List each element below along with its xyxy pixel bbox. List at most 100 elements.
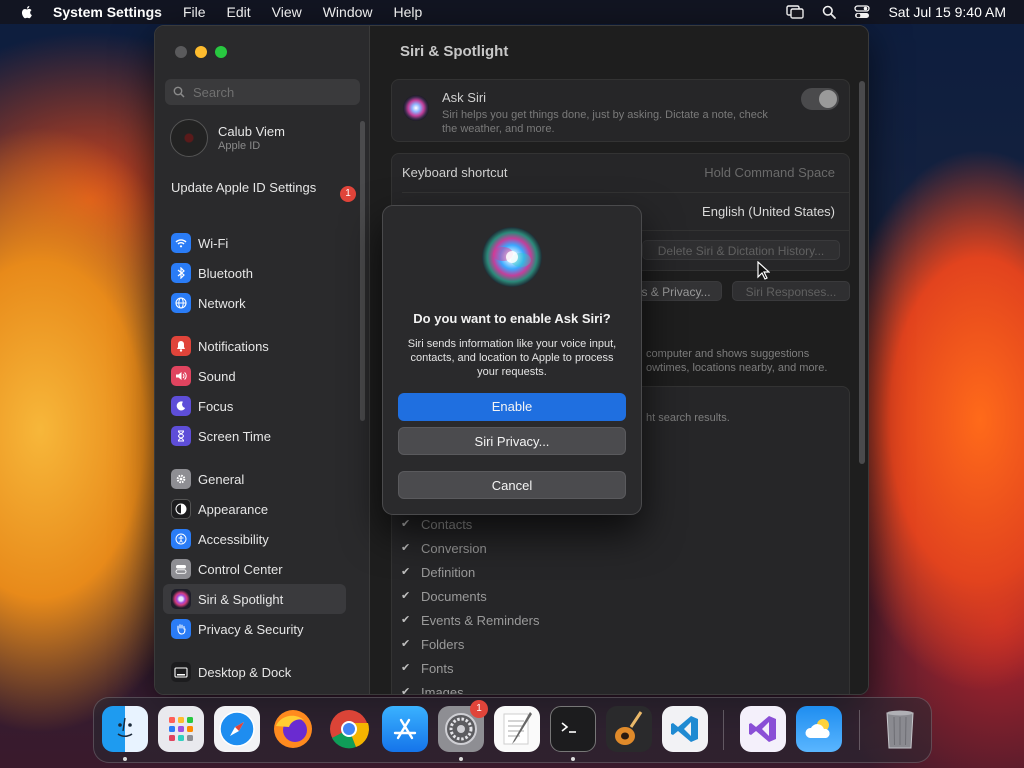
ask-siri-title: Ask Siri xyxy=(442,90,487,105)
dock-separator xyxy=(723,710,724,750)
vscode-icon[interactable] xyxy=(662,706,708,752)
sidebar-item-label: Notifications xyxy=(198,338,269,354)
dialog-message: Siri sends information like your voice i… xyxy=(407,338,617,378)
checkmark-icon: ✔ xyxy=(401,518,411,530)
minimize-button[interactable] xyxy=(195,46,207,58)
search-input[interactable] xyxy=(191,83,355,101)
firefox-icon[interactable] xyxy=(270,706,316,752)
menu-edit[interactable]: Edit xyxy=(227,4,251,20)
settings-notification-badge: 1 xyxy=(470,700,488,718)
privacy-button[interactable]: s & Privacy... xyxy=(630,281,722,301)
hourglass-icon xyxy=(171,426,191,446)
sidebar-scrollbar[interactable] xyxy=(360,121,365,421)
divider xyxy=(402,192,849,193)
category-contacts[interactable]: ✔ Contacts xyxy=(401,512,540,536)
category-label: Contacts xyxy=(421,516,473,532)
finder-icon[interactable] xyxy=(102,706,148,752)
screen-mirroring-icon[interactable] xyxy=(786,5,805,19)
gear-icon xyxy=(171,469,191,489)
textedit-icon[interactable] xyxy=(494,706,540,752)
sidebar-item-desktop-dock[interactable]: Desktop & Dock xyxy=(163,657,346,687)
running-indicator xyxy=(459,757,463,761)
wifi-icon xyxy=(171,233,191,253)
siri-orb-icon xyxy=(482,227,542,287)
window-controls xyxy=(175,46,227,58)
dock-separator xyxy=(859,710,860,750)
moon-icon xyxy=(171,396,191,416)
enable-button[interactable]: Enable xyxy=(398,393,626,421)
content-scrollbar[interactable] xyxy=(859,81,865,464)
delete-history-button[interactable]: Delete Siri & Dictation History... xyxy=(642,240,840,260)
update-apple-id-item[interactable]: Update Apple ID Settings 1 xyxy=(171,180,356,202)
sidebar-item-bluetooth[interactable]: Bluetooth xyxy=(163,258,346,288)
launchpad-icon[interactable] xyxy=(158,706,204,752)
page-title: Siri & Spotlight xyxy=(400,43,509,60)
sidebar-item-label: Desktop & Dock xyxy=(198,664,292,680)
zoom-button[interactable] xyxy=(215,46,227,58)
siri-orb-icon xyxy=(403,95,429,121)
category-definition[interactable]: ✔ Definition xyxy=(401,560,540,584)
sidebar-item-notifications[interactable]: Notifications xyxy=(163,331,346,361)
safari-icon[interactable] xyxy=(214,706,260,752)
menu-view[interactable]: View xyxy=(272,4,302,20)
category-conversion[interactable]: ✔ Conversion xyxy=(401,536,540,560)
menu-help[interactable]: Help xyxy=(394,4,423,20)
sidebar-item-privacy-security[interactable]: Privacy & Security xyxy=(163,614,346,644)
sidebar-item-label: Accessibility xyxy=(198,531,269,547)
sidebar-item-general[interactable]: General xyxy=(163,464,346,494)
checkmark-icon: ✔ xyxy=(401,590,411,602)
checkmark-icon: ✔ xyxy=(401,662,411,674)
nav-group-general: General Appearance Accessibility Control… xyxy=(163,464,346,644)
siri-responses-button[interactable]: Siri Responses... xyxy=(732,281,850,301)
category-label: Folders xyxy=(421,636,465,652)
garageband-icon[interactable] xyxy=(606,706,652,752)
category-folders[interactable]: ✔ Folders xyxy=(401,632,540,656)
sidebar-item-label: General xyxy=(198,471,245,487)
sidebar-item-sound[interactable]: Sound xyxy=(163,361,346,391)
siri-privacy-button[interactable]: Siri Privacy... xyxy=(398,427,626,455)
category-images[interactable]: ✔ Images xyxy=(401,680,540,695)
category-fonts[interactable]: ✔ Fonts xyxy=(401,656,540,680)
user-subtitle: Apple ID xyxy=(218,140,261,152)
sidebar-item-label: Wi-Fi xyxy=(198,235,229,251)
menu-clock[interactable]: Sat Jul 15 9:40 AM xyxy=(888,4,1006,20)
sidebar-item-appearance[interactable]: Appearance xyxy=(163,494,346,524)
sidebar-item-label: Appearance xyxy=(198,501,269,517)
category-events-reminders[interactable]: ✔ Events & Reminders xyxy=(401,608,540,632)
user-name: Calub Viem xyxy=(218,124,285,139)
sidebar-item-control-center[interactable]: Control Center xyxy=(163,554,346,584)
cancel-button[interactable]: Cancel xyxy=(398,471,626,499)
checkmark-icon: ✔ xyxy=(401,542,411,554)
sidebar-item-siri-spotlight[interactable]: Siri & Spotlight xyxy=(163,584,346,614)
app-store-icon[interactable] xyxy=(382,706,428,752)
sidebar-item-focus[interactable]: Focus xyxy=(163,391,346,421)
nav-group-desktop: Desktop & Dock xyxy=(163,657,346,687)
menu-file[interactable]: File xyxy=(183,4,206,20)
weather-icon[interactable] xyxy=(796,706,842,752)
apple-id-account[interactable]: Calub Viem Apple ID xyxy=(170,119,285,157)
enable-siri-dialog: Do you want to enable Ask Siri? Siri sen… xyxy=(382,205,642,515)
sidebar-item-screen-time[interactable]: Screen Time xyxy=(163,421,346,451)
sidebar-item-network[interactable]: Network xyxy=(163,288,346,318)
sidebar-item-wifi[interactable]: Wi-Fi xyxy=(163,228,346,258)
apple-menu-icon[interactable] xyxy=(19,4,35,20)
menu-app-name[interactable]: System Settings xyxy=(53,4,162,20)
category-documents[interactable]: ✔ Documents xyxy=(401,584,540,608)
hand-icon xyxy=(171,619,191,639)
running-indicator xyxy=(123,757,127,761)
chrome-icon[interactable] xyxy=(326,706,372,752)
visual-studio-icon[interactable] xyxy=(740,706,786,752)
sidebar-item-label: Focus xyxy=(198,398,234,414)
control-center-menu-icon[interactable] xyxy=(854,5,871,19)
menu-window[interactable]: Window xyxy=(323,4,373,20)
close-button[interactable] xyxy=(175,46,187,58)
ask-siri-toggle[interactable] xyxy=(801,88,839,110)
sidebar-item-accessibility[interactable]: Accessibility xyxy=(163,524,346,554)
keyboard-shortcut-row[interactable]: Keyboard shortcut Hold Command Space xyxy=(402,165,839,180)
trash-icon[interactable] xyxy=(877,706,923,752)
spotlight-search-icon[interactable] xyxy=(822,5,837,19)
sidebar-search[interactable] xyxy=(165,79,360,105)
category-label: Fonts xyxy=(421,660,454,676)
terminal-icon[interactable] xyxy=(550,706,596,752)
siri-icon xyxy=(171,589,191,609)
